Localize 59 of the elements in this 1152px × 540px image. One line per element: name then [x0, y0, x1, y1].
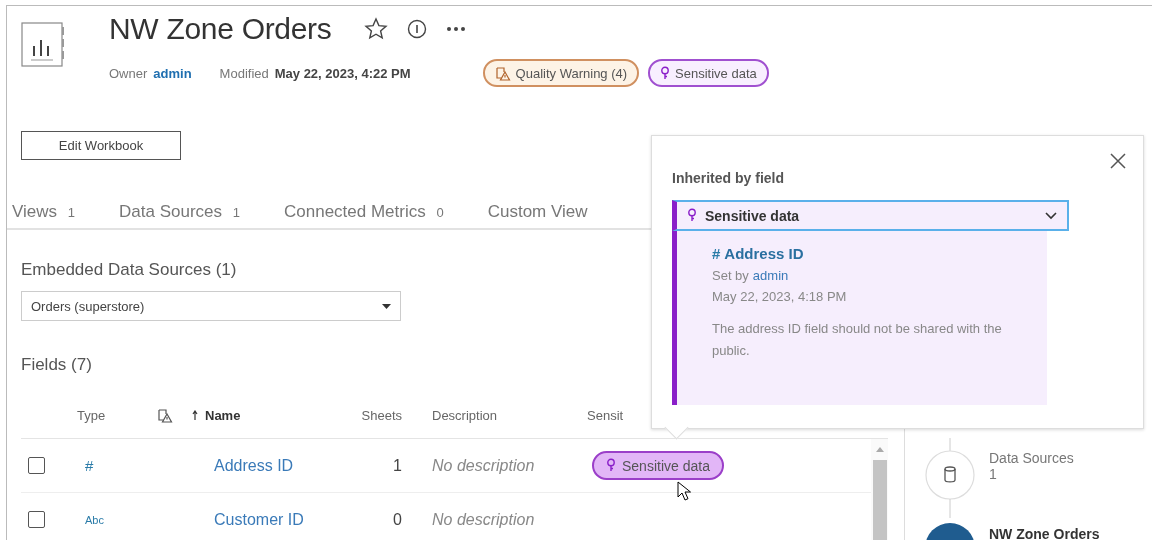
chevron-down-icon [1045, 211, 1057, 220]
row-checkbox[interactable] [28, 457, 45, 474]
owner-label: Owner [109, 65, 148, 81]
workbook-title: NW Zone Orders [109, 12, 332, 46]
tab[interactable]: Views 1 [12, 202, 75, 222]
field-name-link[interactable]: Address ID [724, 245, 804, 262]
sheets-count: 1 [393, 456, 402, 475]
edit-workbook-button[interactable]: Edit Workbook [21, 131, 181, 160]
row-checkbox[interactable] [28, 511, 45, 528]
set-by-label: Set by [712, 268, 749, 283]
close-icon[interactable] [1110, 153, 1126, 169]
set-date: May 22, 2023, 4:18 PM [712, 289, 848, 304]
chart-icon [21, 22, 67, 68]
column-header[interactable]: Sensit [587, 407, 624, 423]
lineage-count: 1 [989, 466, 998, 482]
field-name-link[interactable]: Customer ID [214, 510, 304, 529]
scrollbar[interactable] [871, 439, 888, 540]
modified-label: Modified [219, 65, 269, 81]
cursor-icon [677, 481, 691, 501]
database-node-icon[interactable] [925, 438, 975, 518]
sensitive-data-badge[interactable]: Sensitive data [648, 59, 769, 87]
scrollbar-thumb[interactable] [872, 460, 887, 540]
quality-warning-badge[interactable]: Quality Warning (4) [482, 59, 640, 87]
info-icon[interactable] [405, 18, 428, 40]
key-icon [660, 65, 671, 81]
field-type-icon: # [85, 457, 94, 474]
tab[interactable]: Custom View [487, 202, 588, 222]
description-text: The address ID field should not be shared with the public. [712, 320, 1003, 360]
lineage-label: NW Zone Orders [989, 526, 1100, 540]
tab[interactable]: Connected Metrics 0 [284, 202, 444, 222]
field-type-icon: Abc [85, 513, 104, 526]
sheets-count: 0 [393, 510, 402, 529]
description-text: No description [432, 510, 535, 529]
owner-link[interactable]: admin [153, 65, 192, 81]
sort-arrow-icon[interactable] [192, 410, 198, 420]
more-icon[interactable] [445, 26, 466, 32]
modified-date: May 22, 2023, 4:22 PM [274, 65, 411, 81]
warning-icon [494, 65, 511, 81]
column-header[interactable]: Type [77, 407, 106, 423]
star-icon[interactable] [363, 17, 388, 41]
popover-heading: Inherited by field [672, 170, 785, 186]
tab[interactable]: Data Sources 1 [119, 202, 240, 222]
column-header[interactable]: Name [205, 407, 241, 423]
key-icon [606, 458, 616, 473]
data-source-dropdown[interactable]: Orders (superstore) [21, 291, 401, 321]
warning-icon[interactable] [157, 407, 173, 423]
user-link[interactable]: admin [752, 268, 789, 283]
sensitive-data-badge[interactable]: Sensitive data [592, 451, 724, 480]
field-name-link[interactable]: Address ID [214, 456, 294, 475]
key-icon [687, 208, 697, 223]
section-heading: Fields (7) [21, 355, 92, 375]
caret-icon [382, 303, 391, 309]
column-header[interactable]: Description [432, 407, 498, 423]
column-header[interactable]: Sheets [361, 407, 402, 423]
section-heading: Embedded Data Sources (1) [21, 260, 237, 280]
sensitivity-select[interactable]: Sensitive data [672, 200, 1069, 231]
field-type-icon: # [712, 245, 721, 262]
lineage-label: Data Sources [989, 450, 1074, 466]
description-text: No description [432, 456, 535, 475]
